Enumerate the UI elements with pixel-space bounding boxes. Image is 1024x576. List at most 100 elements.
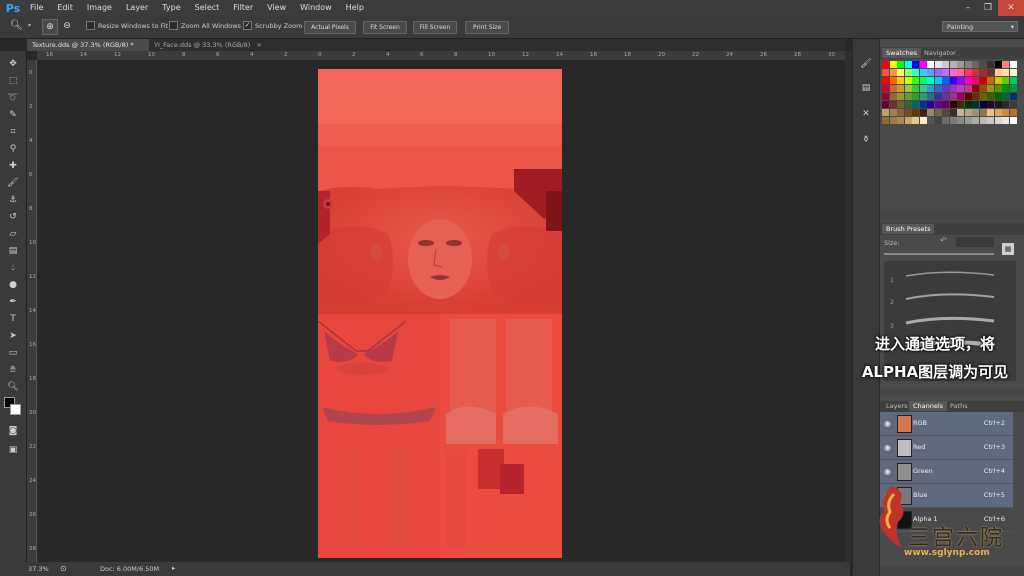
color-swatch[interactable]: [994, 93, 1002, 100]
color-swatch[interactable]: [934, 93, 942, 100]
resize-windows-checkbox[interactable]: Resize Windows to Fit: [86, 21, 168, 30]
swatch-grid[interactable]: [882, 61, 1017, 127]
color-swatch[interactable]: [889, 117, 897, 124]
menu-select[interactable]: Select: [188, 0, 227, 16]
color-swatch[interactable]: [972, 93, 979, 100]
color-swatch[interactable]: [889, 69, 897, 76]
color-swatch[interactable]: [919, 101, 927, 108]
color-swatch[interactable]: [964, 85, 972, 92]
channel-row-red[interactable]: ◉ Red Ctrl+3: [880, 436, 1013, 460]
color-swatch[interactable]: [934, 85, 942, 92]
menu-image[interactable]: Image: [80, 0, 119, 16]
color-swatch[interactable]: [882, 69, 889, 76]
color-swatch[interactable]: [972, 69, 979, 76]
color-swatch[interactable]: [912, 69, 919, 76]
color-swatch[interactable]: [972, 101, 979, 108]
color-swatch[interactable]: [889, 93, 897, 100]
color-swatch[interactable]: [897, 77, 904, 84]
crop-tool-icon[interactable]: ⌗: [3, 125, 23, 139]
color-swatch[interactable]: [912, 93, 919, 100]
menu-window[interactable]: Window: [293, 0, 339, 16]
color-swatch[interactable]: [942, 85, 949, 92]
color-swatch[interactable]: [927, 101, 934, 108]
color-swatch[interactable]: [919, 93, 927, 100]
quick-select-tool-icon[interactable]: ✎: [3, 108, 23, 122]
tab-layers[interactable]: Layers: [882, 401, 912, 411]
eye-icon[interactable]: ◉: [884, 467, 891, 476]
color-swatch[interactable]: [912, 117, 919, 124]
status-arrow-icon[interactable]: ▸: [172, 564, 175, 572]
healing-brush-tool-icon[interactable]: ✚: [3, 159, 23, 173]
brush-tool-icon[interactable]: 🖌︎: [3, 176, 23, 190]
color-swatch[interactable]: [979, 101, 987, 108]
marquee-tool-icon[interactable]: ⬚: [3, 74, 23, 88]
color-swatch[interactable]: [1009, 69, 1017, 76]
brush-presets-icon[interactable]: 🖌︎: [858, 57, 874, 71]
color-swatch[interactable]: [927, 93, 934, 100]
color-swatch[interactable]: [994, 61, 1002, 68]
color-swatch[interactable]: [912, 61, 919, 68]
color-swatch[interactable]: [942, 109, 949, 116]
color-swatch[interactable]: [964, 109, 972, 116]
color-swatch[interactable]: [912, 77, 919, 84]
color-swatch[interactable]: [957, 101, 964, 108]
quick-mask-icon[interactable]: ◙: [3, 424, 23, 438]
color-swatch[interactable]: [987, 85, 994, 92]
color-swatch[interactable]: [897, 85, 904, 92]
color-swatch[interactable]: [987, 93, 994, 100]
color-swatch[interactable]: [904, 117, 912, 124]
dodge-tool-icon[interactable]: ●: [3, 278, 23, 292]
menu-view[interactable]: View: [260, 0, 293, 16]
background-color[interactable]: [10, 404, 21, 415]
color-swatch[interactable]: [927, 117, 934, 124]
color-swatch[interactable]: [904, 85, 912, 92]
fill-screen-button[interactable]: Fill Screen: [413, 21, 457, 34]
color-swatch[interactable]: [942, 117, 949, 124]
color-swatch[interactable]: [1002, 85, 1009, 92]
color-swatch[interactable]: [927, 85, 934, 92]
color-swatch[interactable]: [897, 101, 904, 108]
zoom-in-icon[interactable]: ⊕: [42, 19, 58, 35]
color-swatch[interactable]: [919, 77, 927, 84]
clone-stamp-tool-icon[interactable]: ⚓︎: [3, 193, 23, 207]
color-swatch[interactable]: [934, 109, 942, 116]
color-swatch[interactable]: [994, 85, 1002, 92]
color-swatch[interactable]: [1002, 101, 1009, 108]
color-swatch[interactable]: [904, 101, 912, 108]
menu-layer[interactable]: Layer: [119, 0, 155, 16]
color-swatch[interactable]: [949, 69, 957, 76]
channel-row-rgb[interactable]: ◉ RGB Ctrl+2: [880, 412, 1013, 436]
color-swatch[interactable]: [1009, 101, 1017, 108]
color-swatch[interactable]: [897, 109, 904, 116]
menu-type[interactable]: Type: [155, 0, 187, 16]
color-swatch[interactable]: [919, 109, 927, 116]
color-swatch[interactable]: [994, 77, 1002, 84]
eraser-tool-icon[interactable]: ▱: [3, 227, 23, 241]
color-swatch[interactable]: [942, 101, 949, 108]
color-swatch[interactable]: [987, 69, 994, 76]
brush-panel-toggle-icon[interactable]: ▦: [1002, 243, 1014, 255]
color-swatch[interactable]: [919, 69, 927, 76]
clone-source-icon[interactable]: ⚱︎: [858, 133, 874, 147]
zoom-out-icon[interactable]: ⊖: [60, 19, 74, 33]
color-swatch[interactable]: [1002, 61, 1009, 68]
color-swatch[interactable]: [1002, 109, 1009, 116]
path-select-tool-icon[interactable]: ➤: [3, 329, 23, 343]
color-swatch[interactable]: [934, 77, 942, 84]
type-tool-icon[interactable]: T: [3, 312, 23, 326]
hand-tool-icon[interactable]: ✋︎: [3, 363, 23, 377]
status-info-icon[interactable]: ⊙: [60, 564, 67, 573]
color-swatch[interactable]: [987, 61, 994, 68]
color-swatch[interactable]: [942, 77, 949, 84]
color-swatch[interactable]: [964, 61, 972, 68]
workspace-select[interactable]: Painting ▾: [942, 21, 1018, 32]
history-brush-tool-icon[interactable]: ↺: [3, 210, 23, 224]
color-swatch[interactable]: [927, 109, 934, 116]
color-swatch[interactable]: [957, 69, 964, 76]
color-swatch[interactable]: [1002, 77, 1009, 84]
texture-document[interactable]: [318, 69, 562, 558]
color-swatch[interactable]: [1002, 117, 1009, 124]
color-swatch[interactable]: [927, 77, 934, 84]
color-swatch[interactable]: [889, 61, 897, 68]
color-swatch[interactable]: [897, 93, 904, 100]
